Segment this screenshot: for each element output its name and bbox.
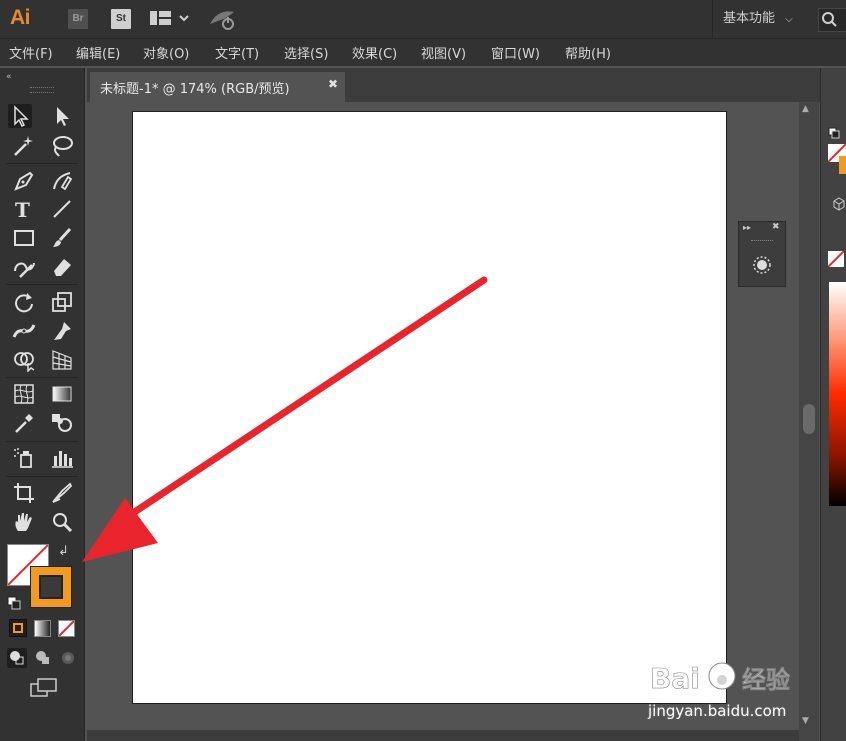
3d-cube-icon[interactable] [833, 196, 845, 215]
scroll-up-icon[interactable]: ▲ [802, 104, 809, 114]
color-spectrum[interactable] [829, 282, 846, 506]
svg-text:Bai: Bai [650, 662, 700, 695]
scroll-thumb[interactable] [803, 404, 815, 434]
expand-panel-icon[interactable]: ▸▸ [743, 223, 751, 232]
stroke-color-swatch[interactable] [839, 156, 846, 174]
watermark-url: jingyan.baidu.com [648, 702, 787, 720]
close-panel-icon[interactable]: ✖ [772, 222, 780, 232]
brightness-panel-icon[interactable] [751, 254, 773, 280]
baidu-jingyan-logo: Bai 经验 [650, 652, 802, 702]
none-swatch[interactable] [827, 250, 845, 268]
panel-grip[interactable] [751, 240, 773, 241]
svg-text:经验: 经验 [742, 666, 790, 694]
annotation-arrow [82, 276, 488, 562]
scroll-down-icon[interactable]: ▼ [802, 716, 809, 726]
properties-panel [820, 68, 846, 741]
floating-panel: ▸▸ ✖ [738, 221, 786, 287]
status-bar [87, 730, 799, 741]
default-fill-stroke-icon[interactable] [828, 124, 840, 143]
